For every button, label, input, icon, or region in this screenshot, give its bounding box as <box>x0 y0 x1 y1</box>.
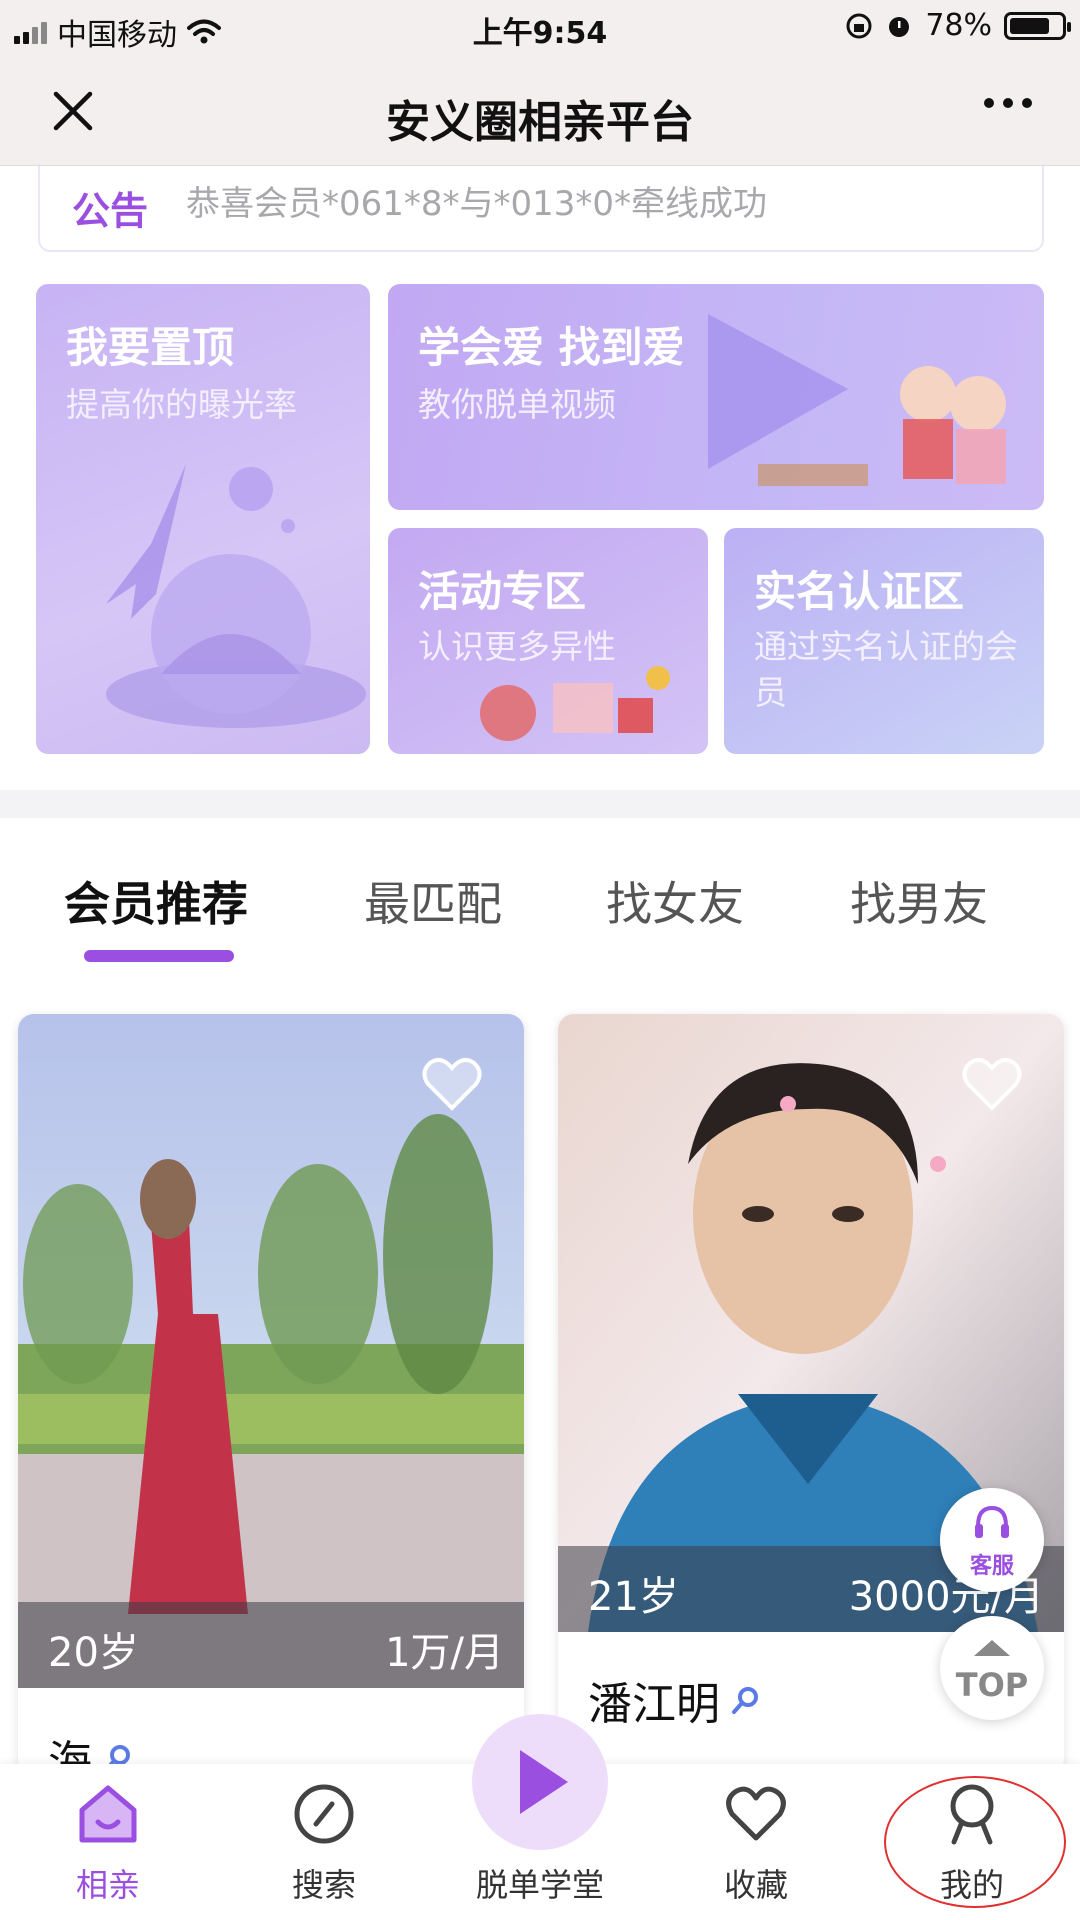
battery-fill <box>1010 17 1049 34</box>
heart-icon[interactable] <box>420 1054 484 1114</box>
female-icon <box>732 1687 758 1714</box>
more-icon[interactable] <box>984 98 1032 108</box>
realname-zone-subtitle: 通过实名认证的会员 <box>754 627 1018 713</box>
nav-item-dating-school[interactable] <box>472 1714 608 1850</box>
arrow-up-icon <box>974 1640 1010 1656</box>
pin-top-card[interactable]: 我要置顶 提高你的曝光率 <box>36 284 370 754</box>
announcement-label: 公告 <box>72 189 149 233</box>
nav-item-matchmaking[interactable]: 相亲 <box>28 1764 188 1920</box>
nav-label-search: 搜索 <box>291 1866 356 1904</box>
announcement-bar[interactable]: 公告 恭喜会员*061*8*与*013*0*牵线成功 <box>38 166 1044 252</box>
nav-item-favorites[interactable]: 收藏 <box>676 1764 836 1920</box>
member-info-bar: 20岁 1万/月 <box>18 1602 524 1688</box>
customer-service-label: 客服 <box>969 1554 1014 1579</box>
member-name-text: 潘江明 <box>588 1679 720 1730</box>
rotation-lock-icon <box>846 13 872 38</box>
heart-icon[interactable] <box>960 1054 1024 1114</box>
heart-icon <box>726 1786 786 1841</box>
customer-service-button[interactable]: 客服 <box>940 1488 1044 1592</box>
page-title: 安义圈相亲平台 <box>386 97 694 148</box>
play-illustration <box>708 314 1006 486</box>
tab-best-match[interactable]: 最匹配 <box>364 868 502 934</box>
home-icon <box>79 1785 137 1843</box>
love-video-subtitle: 教你脱单视频 <box>418 385 616 424</box>
battery-percent: 78% <box>925 8 992 43</box>
nav-item-search[interactable]: 搜索 <box>244 1764 404 1920</box>
pin-top-title: 我要置顶 <box>66 323 235 372</box>
battery-icon <box>1004 11 1071 40</box>
realname-zone-card[interactable]: 实名认证区 通过实名认证的会员 <box>724 528 1044 754</box>
nav-label-favorites: 收藏 <box>723 1866 788 1904</box>
gift-illustration <box>480 666 670 741</box>
compass-icon <box>294 1784 354 1844</box>
annotation-circle <box>884 1776 1066 1908</box>
tab-active-indicator <box>84 950 234 962</box>
member-age: 20岁 <box>48 1630 139 1676</box>
member-card[interactable]: 20岁 1万/月 海 <box>18 1014 524 1774</box>
member-income: 1万/月 <box>385 1630 504 1676</box>
headset-icon <box>975 1505 1009 1538</box>
member-tabs: 会员推荐 最匹配 找女友 找男友 <box>0 868 1080 968</box>
member-photo <box>18 1014 524 1688</box>
status-bar: 中国移动 上午9:54 78% <box>0 0 1080 56</box>
love-video-card[interactable]: 学会爱 找到爱 教你脱单视频 <box>388 284 1044 510</box>
rocket-planet-illustration <box>106 464 366 728</box>
tab-member-recommend[interactable]: 会员推荐 <box>64 868 248 934</box>
tab-find-boyfriend[interactable]: 找男友 <box>850 868 988 934</box>
alarm-icon <box>889 16 910 37</box>
nav-label-matchmaking: 相亲 <box>75 1866 140 1904</box>
pin-top-subtitle: 提高你的曝光率 <box>66 385 297 424</box>
activity-zone-card[interactable]: 活动专区 认识更多异性 <box>388 528 708 754</box>
tab-find-girlfriend[interactable]: 找女友 <box>606 868 744 934</box>
status-right: 78% <box>845 8 1071 43</box>
activity-zone-title: 活动专区 <box>418 567 587 616</box>
section-divider <box>0 790 1080 818</box>
member-name: 潘江明 <box>588 1668 762 1732</box>
nav-bar: 安义圈相亲平台 <box>0 56 1080 166</box>
back-to-top-label: TOP <box>955 1666 1029 1704</box>
love-video-title: 学会爱 找到爱 <box>418 323 685 372</box>
realname-zone-title: 实名认证区 <box>754 567 965 616</box>
back-to-top-button[interactable]: TOP <box>940 1616 1044 1720</box>
announcement-text: 恭喜会员*061*8*与*013*0*牵线成功 <box>186 184 768 224</box>
nav-label-dating-school: 脱单学堂 <box>475 1866 604 1904</box>
play-icon <box>520 1750 568 1814</box>
member-age: 21岁 <box>588 1574 679 1620</box>
